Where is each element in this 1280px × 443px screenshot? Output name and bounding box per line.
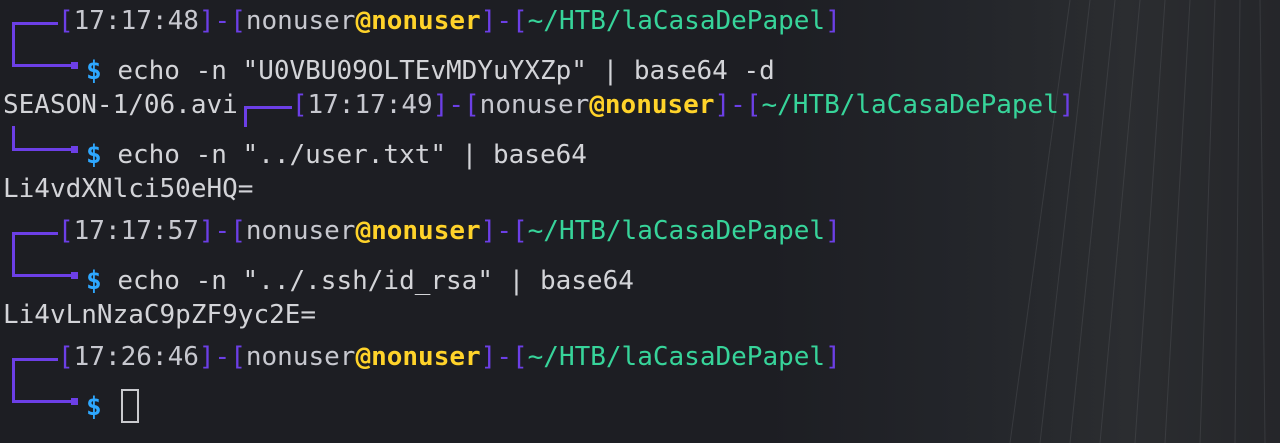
prompt-dollar: $ xyxy=(86,266,102,296)
prompt-corner-bottom xyxy=(12,378,78,405)
prompt-time: 17:17:48 xyxy=(73,6,199,36)
bracket: ]-[ xyxy=(198,342,246,372)
prompt-header-line: [17:17:57]-[nonuser@nonuser]-[~/HTB/laCa… xyxy=(3,210,1280,253)
prompt-corner-bottom xyxy=(12,126,78,153)
bracket: ]-[ xyxy=(198,216,246,246)
bracket: ]-[ xyxy=(480,342,528,372)
bracket: ]-[ xyxy=(480,6,528,36)
bracket: ]-[ xyxy=(432,90,480,120)
prompt-corner-top xyxy=(12,22,58,43)
prompt-path: ~/HTB/laCasaDePapel xyxy=(761,90,1059,120)
prompt-corner-bottom xyxy=(12,252,78,279)
bracket: ] xyxy=(825,6,841,36)
prompt-user: nonuser xyxy=(245,342,356,372)
bracket: ]-[ xyxy=(714,90,762,120)
active-command-line[interactable]: $ xyxy=(3,378,1280,423)
command-text: echo -n "../.ssh/id_rsa" | base64 xyxy=(117,266,634,296)
prompt-at: @ xyxy=(589,90,605,120)
prompt-user: nonuser xyxy=(479,90,590,120)
prompt-corner-top xyxy=(243,106,292,127)
prompt-dollar: $ xyxy=(86,140,102,170)
prompt-host: nonuser xyxy=(371,342,481,372)
prompt-host: nonuser xyxy=(371,6,481,36)
prompt-host: nonuser xyxy=(604,90,715,120)
output-line: Li4vLnNzaC9pZF9yc2E= xyxy=(3,294,1280,336)
prompt-dollar: $ xyxy=(86,392,102,422)
command-line: $ echo -n "../.ssh/id_rsa" | base64 xyxy=(3,252,1280,296)
prompt-path: ~/HTB/laCasaDePapel xyxy=(527,342,826,372)
prompt-corner-top xyxy=(12,358,58,379)
bracket: [ xyxy=(58,6,74,36)
prompt-user: nonuser xyxy=(245,6,356,36)
bracket: [ xyxy=(58,216,74,246)
text-cursor[interactable] xyxy=(121,389,140,423)
prompt-at: @ xyxy=(355,342,372,372)
prompt-host: nonuser xyxy=(371,216,481,246)
prompt-corner-top xyxy=(12,232,58,253)
terminal-window[interactable]: [17:17:48]-[nonuser@nonuser]-[~/HTB/laCa… xyxy=(0,0,1280,443)
bracket: [ xyxy=(58,342,74,372)
prompt-dollar: $ xyxy=(86,56,102,86)
prompt-path: ~/HTB/laCasaDePapel xyxy=(527,6,826,36)
command-output: Li4vdXNlci50eHQ= xyxy=(3,174,254,204)
prompt-at: @ xyxy=(355,216,372,246)
prompt-corner-bottom xyxy=(12,42,78,69)
bracket: ] xyxy=(1058,90,1075,120)
command-line: $ echo -n "U0VBU09OLTEvMDYuYXZp" | base6… xyxy=(3,42,1280,86)
command-text: echo -n "../user.txt" | base64 xyxy=(117,140,587,170)
command-line: $ echo -n "../user.txt" | base64 xyxy=(3,126,1280,170)
prompt-header-line: [17:26:46]-[nonuser@nonuser]-[~/HTB/laCa… xyxy=(3,336,1280,379)
output-line: Li4vdXNlci50eHQ= xyxy=(3,168,1280,210)
bracket: [ xyxy=(291,90,308,120)
prompt-at: @ xyxy=(355,6,372,36)
command-output: Li4vLnNzaC9pZF9yc2E= xyxy=(3,300,317,330)
bracket: ]-[ xyxy=(480,216,528,246)
prompt-time: 17:17:57 xyxy=(73,216,199,246)
command-text: echo -n "U0VBU09OLTEvMDYuYXZp" | base64 … xyxy=(117,56,775,86)
prompt-time: 17:26:46 xyxy=(73,342,199,372)
output-line: SEASON-1/06.avi [17:17:49]-[nonuser@nonus… xyxy=(3,84,1280,127)
prompt-path: ~/HTB/laCasaDePapel xyxy=(527,216,826,246)
prompt-header-line: [17:17:48]-[nonuser@nonuser]-[~/HTB/laCa… xyxy=(3,0,1280,43)
prompt-user: nonuser xyxy=(245,216,356,246)
command-output: SEASON-1/06.avi xyxy=(3,90,238,120)
bracket: ]-[ xyxy=(198,6,246,36)
bracket: ] xyxy=(825,342,841,372)
prompt-time: 17:17:49 xyxy=(307,90,433,120)
bracket: ] xyxy=(825,216,841,246)
